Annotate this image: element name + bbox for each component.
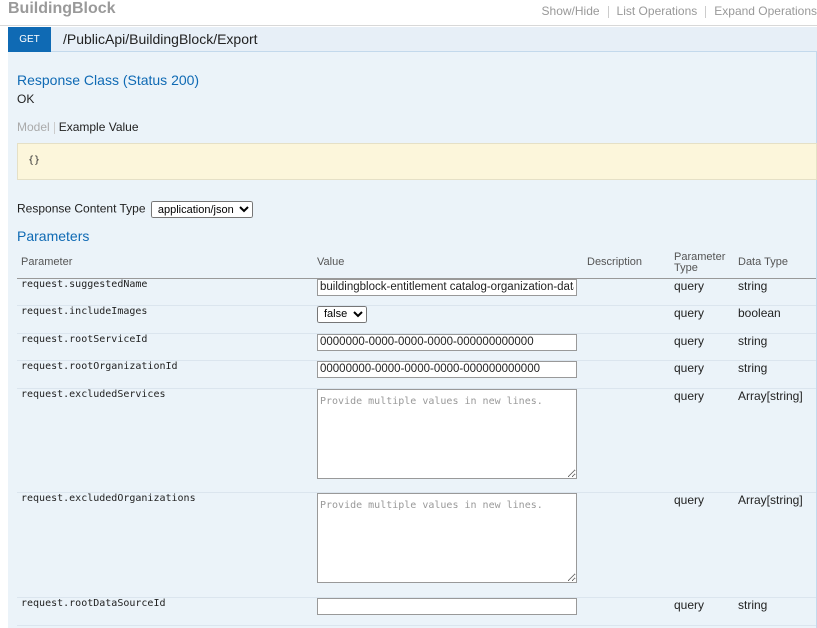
resource-title[interactable]: BuildingBlock xyxy=(8,0,116,18)
operation-path[interactable]: /PublicApi/BuildingBlock/Export xyxy=(63,31,258,47)
param-type: query xyxy=(670,305,734,334)
column-header-value: Value xyxy=(313,248,583,279)
data-type: string xyxy=(734,333,816,361)
param-name: request.rootDataSourceId xyxy=(17,597,313,626)
content-type-label: Response Content Type xyxy=(17,201,146,216)
link-divider xyxy=(705,5,707,18)
param-description xyxy=(583,492,670,598)
param-value-cell xyxy=(313,333,583,361)
excluded-organizations-textarea[interactable] xyxy=(317,492,577,583)
table-header-row: Parameter Value Description Parameter Ty… xyxy=(17,248,816,279)
column-header-data-type: Data Type xyxy=(734,248,816,279)
data-type: Array[string] xyxy=(734,492,816,598)
data-type: string xyxy=(734,360,816,389)
column-header-description: Description xyxy=(583,248,670,279)
root-data-source-id-input[interactable] xyxy=(317,597,577,615)
http-method-badge[interactable]: GET xyxy=(8,27,51,52)
parameters-table: Parameter Value Description Parameter Ty… xyxy=(17,248,816,626)
table-row: request.rootServiceId query string xyxy=(17,333,816,361)
suggested-name-input[interactable] xyxy=(317,278,577,296)
table-row: request.includeImages false query boolea… xyxy=(17,305,816,334)
table-row: request.excludedOrganizations query Arra… xyxy=(17,492,816,598)
param-description xyxy=(583,278,670,306)
table-row: request.excludedServices query Array[str… xyxy=(17,388,816,493)
param-description xyxy=(583,388,670,493)
param-value-cell xyxy=(313,492,583,598)
parameters-title: Parameters xyxy=(17,228,90,244)
param-type: query xyxy=(670,278,734,306)
param-description xyxy=(583,360,670,389)
param-type: query xyxy=(670,492,734,598)
operation-content: Response Class (Status 200) OK Model Exam… xyxy=(8,52,817,628)
signature-tabs: Model Example Value xyxy=(17,120,139,134)
example-code: {} xyxy=(28,155,41,166)
content-type-select[interactable]: application/json xyxy=(150,201,253,218)
response-class-title: Response Class (Status 200) xyxy=(17,72,200,88)
param-name: request.rootOrganizationId xyxy=(17,360,313,389)
data-type: boolean xyxy=(734,305,816,334)
tab-divider xyxy=(53,121,55,134)
data-type: string xyxy=(734,278,816,306)
data-type: Array[string] xyxy=(734,388,816,493)
param-name: request.excludedServices xyxy=(17,388,313,493)
param-value-cell xyxy=(313,388,583,493)
param-name: request.includeImages xyxy=(17,305,313,334)
root-service-id-input[interactable] xyxy=(317,333,577,351)
excluded-services-textarea[interactable] xyxy=(317,388,577,479)
param-name: request.suggestedName xyxy=(17,278,313,306)
column-header-parameter: Parameter xyxy=(17,248,313,279)
param-type: query xyxy=(670,388,734,493)
param-type: query xyxy=(670,333,734,361)
data-type: string xyxy=(734,597,816,626)
param-type: query xyxy=(670,597,734,626)
param-value-cell xyxy=(313,360,583,389)
resource-header: BuildingBlock Show/Hide List Operations Ex… xyxy=(0,0,817,26)
response-content-type: Response Content Type application/json xyxy=(17,201,253,218)
param-description xyxy=(583,305,670,334)
param-name: request.rootServiceId xyxy=(17,333,313,361)
param-description xyxy=(583,597,670,626)
table-row: request.rootDataSourceId query string xyxy=(17,597,816,626)
param-value-cell: false xyxy=(313,305,583,334)
resource-links: Show/Hide List Operations Expand Operation… xyxy=(542,4,817,18)
param-description xyxy=(583,333,670,361)
column-header-parameter-type: Parameter Type xyxy=(670,248,734,279)
param-value-cell xyxy=(313,597,583,626)
param-name: request.excludedOrganizations xyxy=(17,492,313,598)
tab-example-value[interactable]: Example Value xyxy=(59,120,139,134)
param-value-cell xyxy=(313,278,583,306)
example-value-box[interactable]: {} xyxy=(17,143,817,180)
table-row: request.suggestedName query string xyxy=(17,278,816,306)
include-images-select[interactable]: false xyxy=(317,305,367,323)
link-divider xyxy=(607,5,609,18)
table-row: request.rootOrganizationId query string xyxy=(17,360,816,389)
expand-operations-link[interactable]: Expand Operations xyxy=(714,4,817,18)
show-hide-link[interactable]: Show/Hide xyxy=(542,4,600,18)
tab-model[interactable]: Model xyxy=(17,120,50,134)
root-organization-id-input[interactable] xyxy=(317,360,577,378)
operation-heading[interactable]: GET /PublicApi/BuildingBlock/Export xyxy=(8,27,817,52)
list-operations-link[interactable]: List Operations xyxy=(617,4,698,18)
param-type: query xyxy=(670,360,734,389)
response-status-text: OK xyxy=(17,92,35,106)
